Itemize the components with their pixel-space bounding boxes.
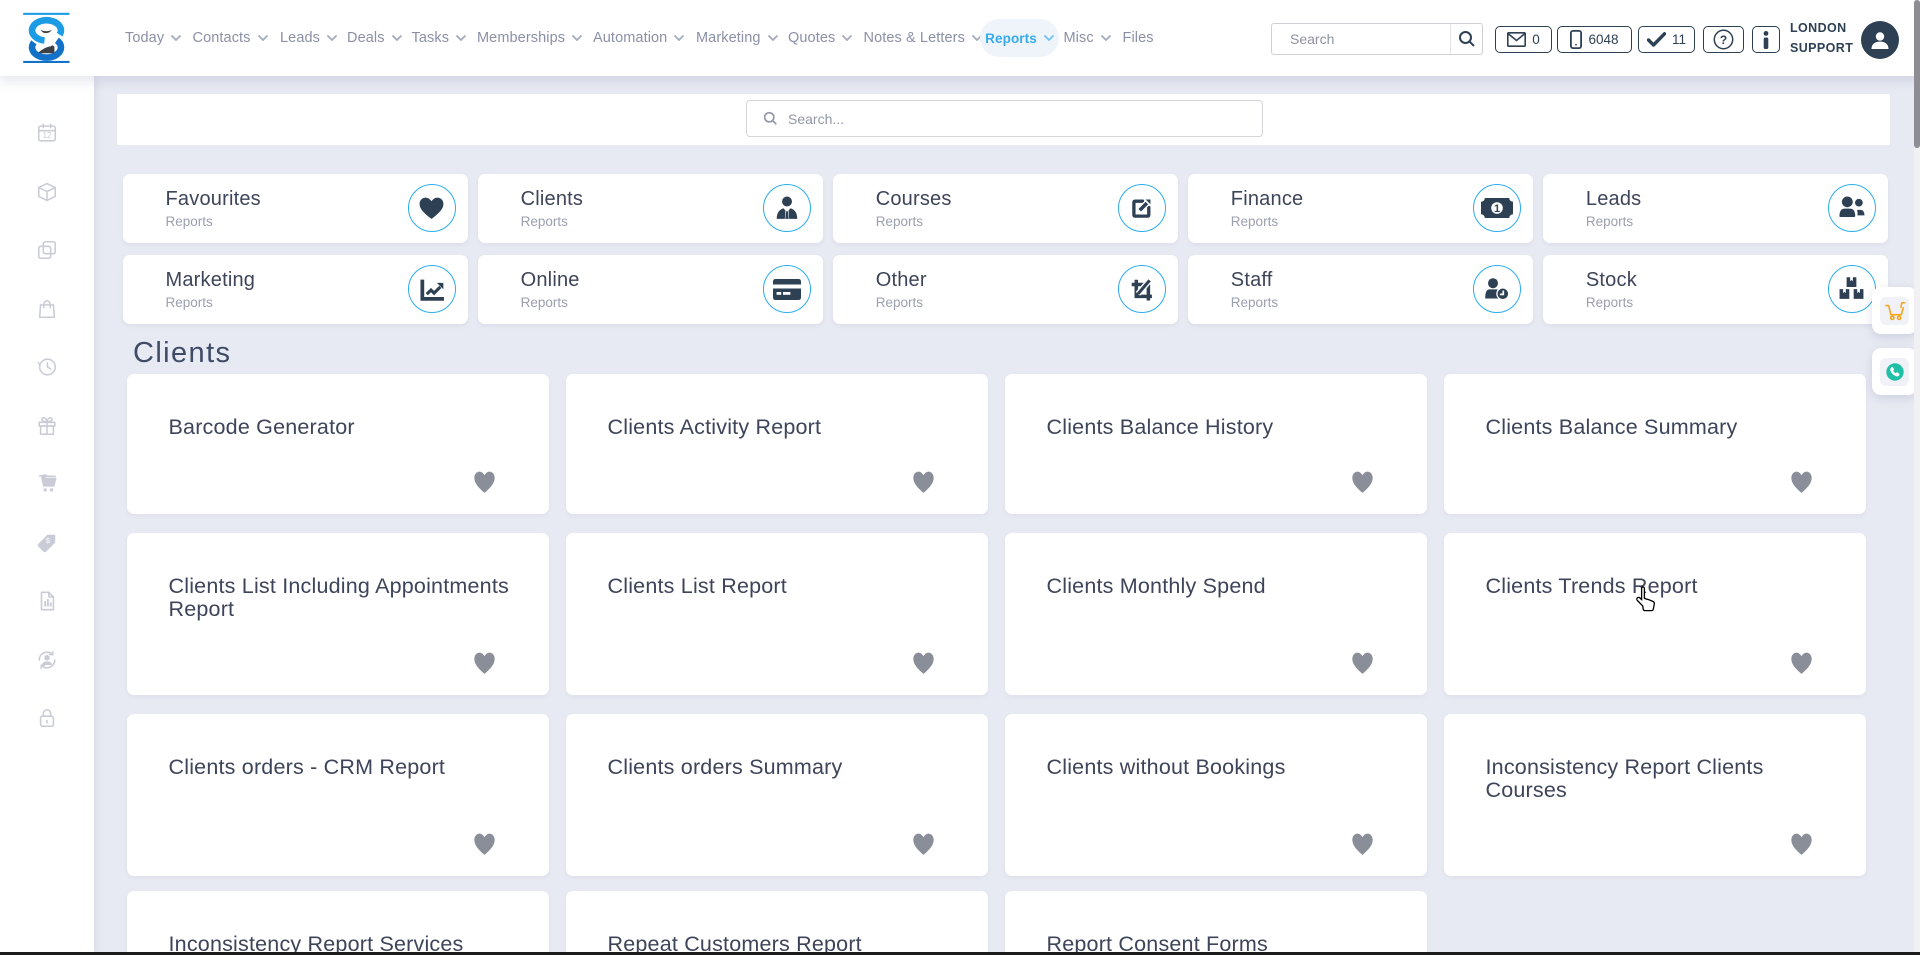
svg-text:1: 1 — [1494, 203, 1500, 215]
svg-text:12: 12 — [43, 131, 52, 140]
svg-text:?: ? — [1720, 33, 1727, 47]
svg-text:$: $ — [46, 536, 50, 545]
